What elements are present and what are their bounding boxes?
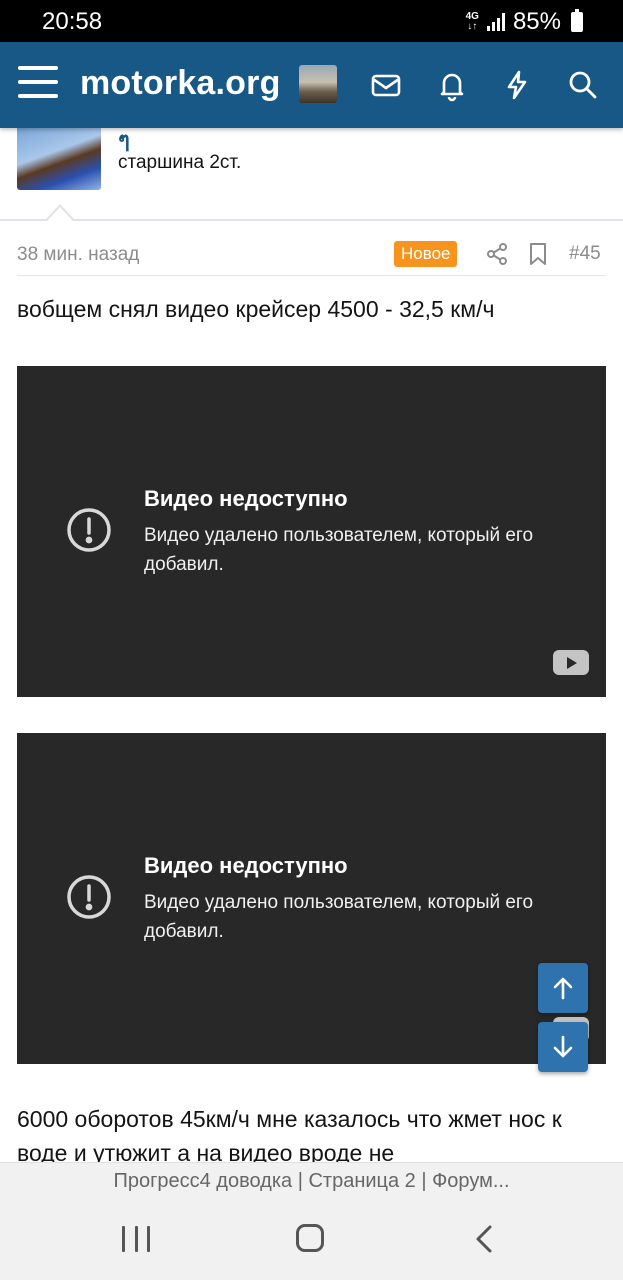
network-type-icon: 4G ↓↑ [466, 12, 479, 32]
browser-title-bar[interactable]: Прогресс4 доводка | Страница 2 | Форум..… [0, 1162, 623, 1202]
alert-icon [67, 508, 111, 552]
battery-percent: 85% [512, 8, 561, 35]
video-error-title: Видео недоступно [144, 853, 348, 878]
alert-icon [67, 875, 111, 919]
site-header: motorka.org [0, 42, 623, 128]
post-author: ๆ старшина 2ст. [0, 127, 623, 222]
video-error-title: Видео недоступно [144, 486, 348, 511]
author-avatar[interactable] [17, 128, 101, 190]
video-embed[interactable]: Видео недоступно Видео удалено пользоват… [17, 366, 606, 697]
post-number[interactable]: #45 [569, 243, 601, 265]
new-badge: Новое [394, 241, 458, 267]
arrow-up-icon [553, 977, 573, 1000]
video-error-message: Видео удалено пользователем, который его… [144, 892, 534, 942]
inbox-icon[interactable] [369, 68, 403, 102]
bell-icon[interactable] [435, 68, 469, 102]
recent-apps-icon[interactable] [122, 1226, 150, 1252]
back-icon[interactable] [472, 1224, 496, 1254]
scroll-to-bottom-button[interactable] [538, 1022, 588, 1072]
user-avatar[interactable] [299, 65, 337, 103]
search-icon[interactable] [566, 68, 600, 102]
youtube-icon[interactable] [553, 650, 589, 675]
page-title: Прогресс4 доводка | Страница 2 | Форум..… [113, 1170, 510, 1192]
lightning-icon[interactable] [500, 68, 534, 102]
system-navigation-bar [0, 1202, 623, 1280]
status-time: 20:58 [42, 8, 103, 35]
network-activity-label: ↓↑ [467, 21, 478, 32]
author-rank: старшина 2ст. [118, 152, 242, 173]
signal-icon [486, 13, 505, 31]
site-logo[interactable]: motorka.org [80, 64, 281, 103]
scroll-to-top-button[interactable] [538, 963, 588, 1013]
video-error-message: Видео удалено пользователем, который его… [144, 525, 534, 575]
author-pointer-arrow [44, 204, 76, 222]
status-bar: 20:58 4G ↓↑ 85% [0, 0, 623, 42]
home-icon[interactable] [296, 1224, 324, 1252]
post-text-continued: 6000 оборотов 45км/ч мне казалось что жм… [17, 1106, 562, 1166]
post-time[interactable]: 38 мин. назад [17, 244, 139, 266]
status-indicators: 4G ↓↑ 85% [466, 8, 583, 36]
battery-icon [571, 9, 583, 32]
share-icon[interactable] [485, 242, 509, 266]
post-text: вобщем снял видео крейсер 4500 - 32,5 км… [17, 296, 495, 322]
menu-icon[interactable] [18, 66, 58, 102]
bookmark-icon[interactable] [527, 242, 549, 266]
arrow-down-icon [553, 1035, 573, 1058]
post-meta: 38 мин. назад Новое #45 [17, 238, 606, 276]
video-embed[interactable]: Видео недоступно Видео удалено пользоват… [17, 733, 606, 1064]
